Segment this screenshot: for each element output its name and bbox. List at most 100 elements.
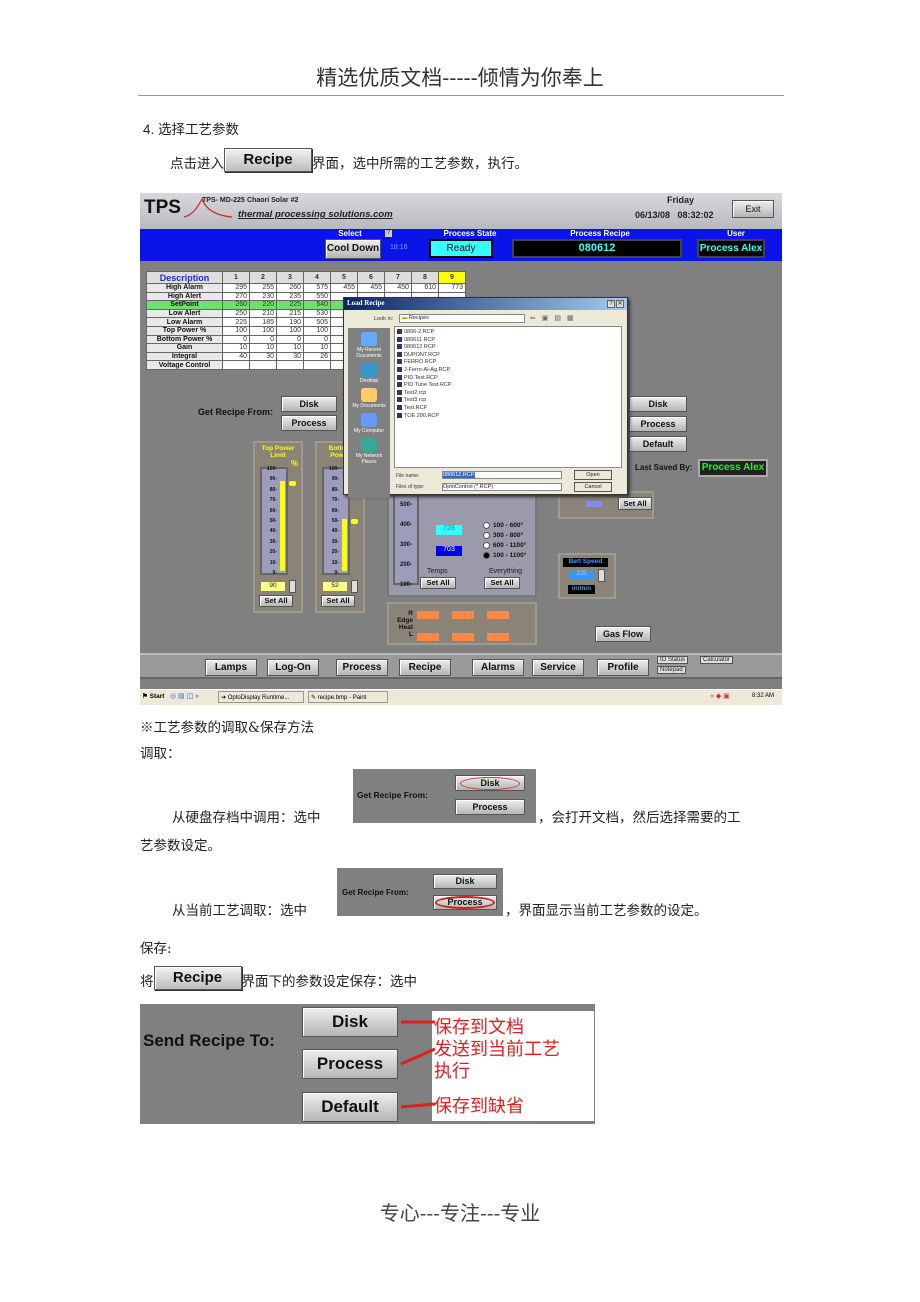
table-cell[interactable]: 40 xyxy=(222,351,250,362)
table-header-cell[interactable]: 4 xyxy=(303,271,331,284)
table-cell[interactable]: 100 xyxy=(249,325,277,336)
nav-button-profile[interactable]: Profile xyxy=(597,659,649,676)
table-cell[interactable]: 30 xyxy=(249,351,277,362)
edge-heat-l1[interactable] xyxy=(417,633,439,641)
belt-speed-spinner[interactable] xyxy=(598,569,605,582)
table-header-cell[interactable]: 3 xyxy=(276,271,304,284)
edge-heat-l2[interactable] xyxy=(452,633,474,641)
temp-range-radio[interactable]: 300 - 800° xyxy=(483,532,526,542)
table-header-cell[interactable]: 2 xyxy=(249,271,277,284)
taskbar-item-paint[interactable]: ✎ recipe.bmp - Paint xyxy=(308,691,388,703)
bottom-power-spinner[interactable] xyxy=(351,580,358,593)
get-from-process-button[interactable]: Process xyxy=(281,415,337,431)
places-item[interactable]: My Documents xyxy=(348,388,390,409)
table-cell[interactable] xyxy=(303,360,331,370)
dialog-help-button[interactable]: ? xyxy=(607,300,615,308)
file-item[interactable]: PID Tune Test.RCP xyxy=(397,382,619,390)
file-item[interactable]: 0806-2.RCP xyxy=(397,329,619,337)
gas-flow-button[interactable]: Gas Flow xyxy=(595,626,651,642)
table-cell[interactable]: 0 xyxy=(276,334,304,345)
table-header-cell[interactable]: 5 xyxy=(330,271,358,284)
table-cell[interactable]: 455 xyxy=(330,283,358,293)
file-item[interactable]: PID Test.RCP xyxy=(397,375,619,383)
places-item[interactable]: My Computer xyxy=(348,413,390,434)
table-cell[interactable] xyxy=(276,360,304,370)
file-item[interactable]: TOE 200.RCP xyxy=(397,413,619,421)
table-cell[interactable]: 505 xyxy=(303,317,331,327)
file-item[interactable]: 080611.RCP xyxy=(397,337,619,345)
taskbar-item-optodisplay[interactable]: ➜ OptoDisplay Runtime... xyxy=(218,691,304,703)
table-header-cell[interactable]: 8 xyxy=(411,271,439,284)
table-cell[interactable] xyxy=(222,360,250,370)
table-cell[interactable]: 10 xyxy=(249,343,277,353)
table-cell[interactable]: 260 xyxy=(276,283,304,293)
table-header-cell[interactable]: 1 xyxy=(222,271,250,284)
table-cell[interactable]: 250 xyxy=(222,308,250,319)
table-header-cell[interactable]: 9 xyxy=(438,271,466,284)
help-icon[interactable]: ? xyxy=(385,230,392,237)
file-item[interactable]: Test3.rcp xyxy=(397,397,619,405)
table-header-cell[interactable]: 6 xyxy=(357,271,385,284)
table-cell[interactable]: 0 xyxy=(303,334,331,345)
look-in-select[interactable]: ▬ Recipes xyxy=(399,314,525,323)
table-cell[interactable]: 100 xyxy=(276,325,304,336)
places-item[interactable]: My Recent Documents xyxy=(348,332,390,359)
table-cell[interactable]: 10 xyxy=(276,343,304,353)
temps-set-all-button[interactable]: Set All xyxy=(420,577,456,589)
file-item[interactable]: DUPONT.RCP xyxy=(397,352,619,360)
start-button[interactable]: ⚑ Start xyxy=(142,692,164,700)
website-link[interactable]: thermal processing solutions.com xyxy=(238,209,393,220)
dialog-nav-icons[interactable]: ⇐ ▣ ▤ ▦ xyxy=(530,314,576,322)
table-cell[interactable]: 210 xyxy=(249,308,277,319)
table-cell[interactable]: 100 xyxy=(222,325,250,336)
table-cell[interactable]: 225 xyxy=(276,300,304,310)
table-cell[interactable] xyxy=(249,360,277,370)
nav-button-process[interactable]: Process xyxy=(336,659,388,676)
temp-range-radio[interactable]: 100 - 1100° xyxy=(483,552,526,562)
belt-speed-value[interactable]: 225 xyxy=(569,571,594,580)
table-cell[interactable]: 270 xyxy=(222,291,250,302)
table-cell[interactable]: 255 xyxy=(249,283,277,293)
table-cell[interactable]: 10 xyxy=(222,343,250,353)
table-cell[interactable]: 455 xyxy=(357,283,385,293)
edge-heat-l3[interactable] xyxy=(487,633,509,641)
table-cell[interactable]: 100 xyxy=(303,325,331,336)
edge-heat-r1[interactable] xyxy=(417,611,439,619)
send-to-process-button[interactable]: Process xyxy=(629,416,687,432)
table-cell[interactable]: 215 xyxy=(276,308,304,319)
file-item[interactable]: Test2.rcp xyxy=(397,390,619,398)
file-item[interactable]: Test.RCP xyxy=(397,405,619,413)
everything-set-all-button[interactable]: Set All xyxy=(484,577,520,589)
gain-set-all-button[interactable]: Set All xyxy=(618,497,652,510)
open-button[interactable]: Open xyxy=(574,470,612,480)
nav-button-lamps[interactable]: Lamps xyxy=(205,659,257,676)
table-cell[interactable]: 773 xyxy=(438,283,466,293)
send-to-disk-button[interactable]: Disk xyxy=(629,396,687,412)
places-item[interactable]: My Network Places xyxy=(348,438,390,465)
table-cell[interactable]: 610 xyxy=(411,283,439,293)
table-cell[interactable]: 225 xyxy=(222,317,250,327)
table-cell[interactable]: 295 xyxy=(222,283,250,293)
temp-range-radio[interactable]: 100 - 600° xyxy=(483,522,526,532)
dialog-close-button[interactable]: ✕ xyxy=(616,300,624,308)
table-header-cell[interactable]: 7 xyxy=(384,271,412,284)
table-cell[interactable]: 30 xyxy=(276,351,304,362)
exit-button[interactable]: Exit xyxy=(732,200,774,218)
table-cell[interactable]: 0 xyxy=(222,334,250,345)
file-item[interactable]: J-Ferro-Al-Ag.RCP xyxy=(397,367,619,375)
table-cell[interactable]: 550 xyxy=(303,291,331,302)
places-item[interactable]: Desktop xyxy=(348,363,390,384)
nav-button-service[interactable]: Service xyxy=(532,659,584,676)
cancel-button[interactable]: Cancel xyxy=(574,482,612,492)
io-status-button[interactable]: IO Status xyxy=(657,656,689,664)
table-cell[interactable]: 530 xyxy=(303,308,331,319)
bottom-power-set-all-button[interactable]: Set All xyxy=(321,595,355,607)
file-item[interactable]: 080612.RCP xyxy=(397,344,619,352)
table-cell[interactable]: 185 xyxy=(249,317,277,327)
table-cell[interactable]: 235 xyxy=(276,291,304,302)
temp-range-radio[interactable]: 600 - 1100° xyxy=(483,542,526,552)
nav-button-alarms[interactable]: Alarms xyxy=(472,659,524,676)
nav-button-log-on[interactable]: Log-On xyxy=(267,659,319,676)
quick-launch-icons[interactable]: ◎ ▤ ◫ » xyxy=(170,692,199,700)
table-cell[interactable]: 0 xyxy=(249,334,277,345)
